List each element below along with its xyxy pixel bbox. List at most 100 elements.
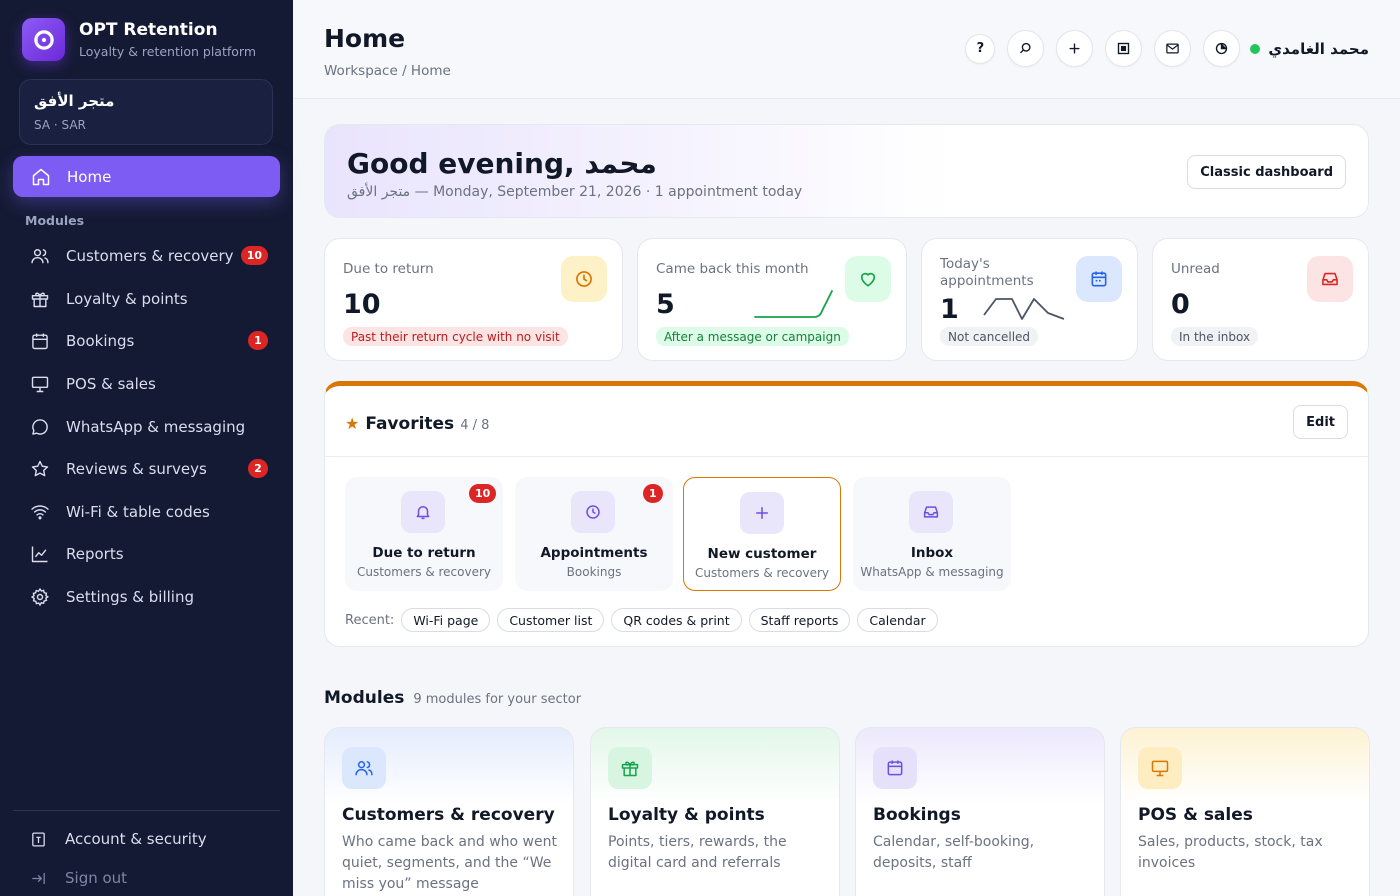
brand[interactable]: OPT Retention Loyalty & retention platfo…: [22, 18, 256, 61]
count-badge: 10: [240, 246, 268, 265]
user-menu[interactable]: محمد الغامدي: [1250, 40, 1369, 58]
favorites-count: 4 / 8: [460, 418, 490, 433]
calendar-icon: [1091, 271, 1107, 287]
brand-subtitle: Loyalty & retention platform: [79, 44, 257, 59]
store-switcher[interactable]: متجر الأفق SA · SAR: [19, 79, 273, 145]
sidebar-item-label: Sign out: [65, 869, 128, 887]
stat-card-due-to-return[interactable]: Due to return 10 Past their return cycle…: [324, 238, 623, 361]
favorite-tile-appointments[interactable]: Appointments Bookings 1: [515, 477, 673, 591]
count-badge: 1: [248, 331, 268, 351]
sidebar-item-pos[interactable]: POS & sales: [13, 363, 280, 406]
star-icon: ★: [345, 414, 360, 433]
sidebar-item-label: WhatsApp & messaging: [66, 417, 246, 436]
tile-subtitle: Bookings: [566, 565, 622, 579]
classic-dashboard-button[interactable]: Classic dashboard: [1187, 155, 1346, 189]
count-badge: 2: [248, 458, 268, 478]
sidebar-item-wifi[interactable]: Wi-Fi & table codes: [13, 491, 280, 534]
page-header: Home Workspace / Home ? محمد الغامدي: [293, 0, 1400, 99]
theme-toggle-button[interactable]: [1203, 30, 1241, 67]
sidebar-item-bookings[interactable]: Bookings 1: [13, 320, 280, 363]
monitor-icon: [31, 376, 49, 393]
brand-logo-icon: [22, 18, 65, 61]
bell-icon: [416, 506, 430, 520]
search-icon: [1020, 42, 1031, 54]
recent-chip-qr-codes[interactable]: QR codes & print: [611, 608, 742, 632]
recent-links: Recent: Wi-Fi page Customer list QR code…: [345, 608, 938, 632]
favorite-tile-inbox[interactable]: Inbox WhatsApp & messaging: [853, 477, 1011, 591]
sidebar-item-customers[interactable]: Customers & recovery 10: [13, 235, 280, 278]
sidebar-item-reports[interactable]: Reports: [13, 533, 280, 576]
nav-section-label: Modules: [25, 213, 85, 228]
sidebar-item-label: Settings & billing: [66, 588, 194, 607]
module-card-loyalty[interactable]: Loyalty & points Points, tiers, rewards,…: [590, 727, 840, 896]
module-card-customers[interactable]: Customers & recovery Who came back and w…: [324, 727, 574, 896]
header-actions: ? محمد الغامدي: [953, 30, 1400, 67]
calendar-icon: [32, 333, 48, 350]
sidebar-item-whatsapp[interactable]: WhatsApp & messaging: [13, 405, 280, 448]
tile-title: Inbox: [910, 545, 954, 561]
wifi-icon: [31, 505, 49, 520]
module-description: Calendar, self-booking, deposits, staff: [873, 834, 1035, 871]
module-description: Who came back and who went quiet, segmen…: [342, 834, 557, 892]
contrast-icon: [1216, 42, 1228, 55]
sidebar-item-reviews[interactable]: Reviews & surveys 2: [13, 448, 280, 491]
sidebar-item-home[interactable]: Home: [13, 156, 280, 197]
module-description: Sales, products, stock, tax invoices: [1138, 834, 1323, 871]
sidebar-item-label: Loyalty & points: [66, 289, 188, 308]
messages-button[interactable]: [1154, 30, 1192, 67]
gear-icon: [30, 587, 49, 607]
edit-favorites-button[interactable]: Edit: [1293, 405, 1348, 439]
recent-label: Recent:: [345, 612, 395, 628]
stat-card-appointments[interactable]: Today's appointments 1 Not cancelled: [921, 238, 1138, 361]
module-title: Bookings: [873, 805, 961, 825]
stat-tag: In the inbox: [1171, 327, 1259, 346]
recent-chip-customer-list[interactable]: Customer list: [497, 608, 605, 632]
favorite-tile-new-customer[interactable]: New customer Customers & recovery: [683, 477, 841, 591]
calendar-icon: [887, 760, 903, 776]
stat-icon-box: [1307, 256, 1353, 302]
stat-card-came-back[interactable]: Came back this month 5 After a message o…: [637, 238, 907, 361]
modules-heading: Modules 9 modules for your sector: [324, 688, 581, 708]
recent-chip-calendar[interactable]: Calendar: [857, 608, 938, 632]
stat-tag: Past their return cycle with no visit: [343, 327, 568, 346]
module-icon-box: [608, 747, 652, 789]
module-card-pos[interactable]: POS & sales Sales, products, stock, tax …: [1120, 727, 1370, 896]
module-title: Customers & recovery: [342, 805, 555, 825]
star-icon: [31, 461, 49, 477]
sidebar-item-account[interactable]: Account & security: [30, 830, 270, 848]
count-badge: 1: [643, 484, 663, 503]
tile-icon-box: [571, 491, 615, 533]
favorites-panel: ★ Favorites 4 / 8 Edit Due to return Cus…: [324, 381, 1369, 647]
sidebar-item-loyalty[interactable]: Loyalty & points: [13, 278, 280, 321]
plus-icon: [756, 507, 768, 519]
recent-chip-staff-reports[interactable]: Staff reports: [748, 608, 851, 632]
modules-subtitle: 9 modules for your sector: [413, 692, 582, 707]
search-button[interactable]: [1007, 30, 1045, 67]
tile-icon-box: [909, 491, 953, 533]
module-card-bookings[interactable]: Bookings Calendar, self-booking, deposit…: [855, 727, 1105, 896]
chat-bubble-icon: [32, 418, 48, 435]
module-description: Points, tiers, rewards, the digital card…: [608, 834, 787, 871]
line-chart-icon: [31, 546, 48, 563]
stat-icon-box: [845, 256, 891, 302]
qr-button[interactable]: [1105, 30, 1143, 67]
recent-chip-wifi-page[interactable]: Wi-Fi page: [401, 608, 491, 632]
shield-icon: [32, 831, 45, 847]
module-icon-box: [873, 747, 917, 789]
store-meta: SA · SAR: [34, 118, 86, 132]
gift-icon: [31, 292, 49, 308]
gift-icon: [621, 761, 639, 777]
module-title: Loyalty & points: [608, 805, 765, 825]
stat-value: 0: [1171, 289, 1190, 320]
sidebar-item-label: Wi-Fi & table codes: [66, 502, 210, 521]
plus-icon: [1069, 43, 1080, 54]
sidebar-item-settings[interactable]: Settings & billing: [13, 576, 280, 619]
stat-label: Came back this month: [656, 261, 809, 277]
stat-card-unread[interactable]: Unread 0 In the inbox: [1152, 238, 1369, 361]
add-button[interactable]: [1056, 30, 1094, 67]
favorite-tile-due-to-return[interactable]: Due to return Customers & recovery 10: [345, 477, 503, 591]
clock-icon: [576, 271, 592, 287]
help-button[interactable]: ?: [965, 33, 996, 64]
brand-title: OPT Retention: [79, 20, 218, 40]
sidebar-item-signout[interactable]: Sign out: [30, 869, 270, 887]
